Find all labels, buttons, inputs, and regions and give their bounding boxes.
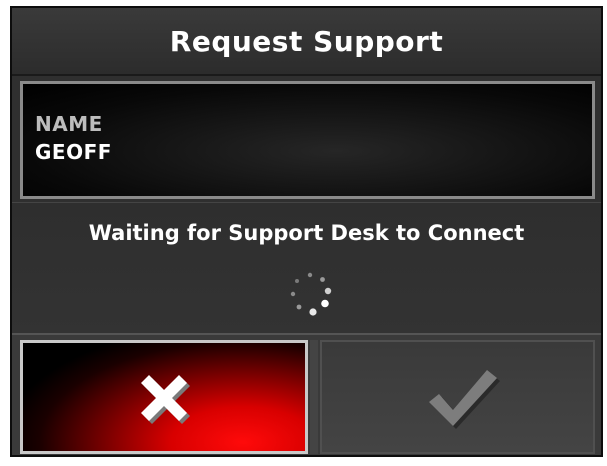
request-support-dialog: Request Support NAME GEOFF Waiting for S… — [10, 6, 603, 457]
name-field[interactable]: NAME GEOFF — [20, 81, 595, 199]
close-icon — [141, 375, 190, 424]
checkmark-icon — [429, 370, 500, 429]
name-field-value: GEOFF — [35, 140, 112, 164]
status-message: Waiting for Support Desk to Connect — [88, 221, 525, 245]
name-field-label: NAME — [35, 112, 103, 136]
action-buttons — [12, 333, 601, 455]
confirm-button[interactable] — [320, 340, 595, 454]
dialog-title: Request Support — [12, 8, 601, 76]
loading-spinner-icon — [290, 272, 332, 316]
status-area: Waiting for Support Desk to Connect — [12, 202, 601, 333]
cancel-button[interactable] — [20, 340, 308, 454]
button-divider — [310, 340, 318, 454]
